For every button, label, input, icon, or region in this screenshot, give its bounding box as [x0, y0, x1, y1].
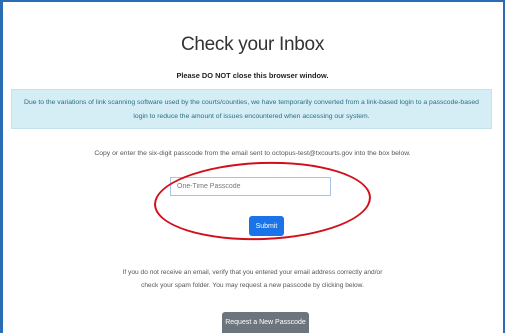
page-title: Check your Inbox [180, 34, 325, 55]
warning-text: Please DO NOT close this browser window. [176, 71, 329, 80]
help-line-2: check your spam folder. You may request … [141, 282, 364, 289]
notice-line-2: login to reduce the amount of issues enc… [133, 112, 370, 120]
help-line-1: If you do not receive an email, verify t… [122, 269, 383, 276]
instruction-text: Copy or enter the six-digit passcode fro… [94, 150, 411, 157]
request-new-passcode-button[interactable]: Request a New Passcode [222, 312, 309, 333]
help-text: If you do not receive an email, verify t… [0, 266, 505, 292]
info-notice: Due to the variations of link scanning s… [11, 89, 492, 129]
notice-line-1: Due to the variations of link scanning s… [24, 99, 479, 106]
